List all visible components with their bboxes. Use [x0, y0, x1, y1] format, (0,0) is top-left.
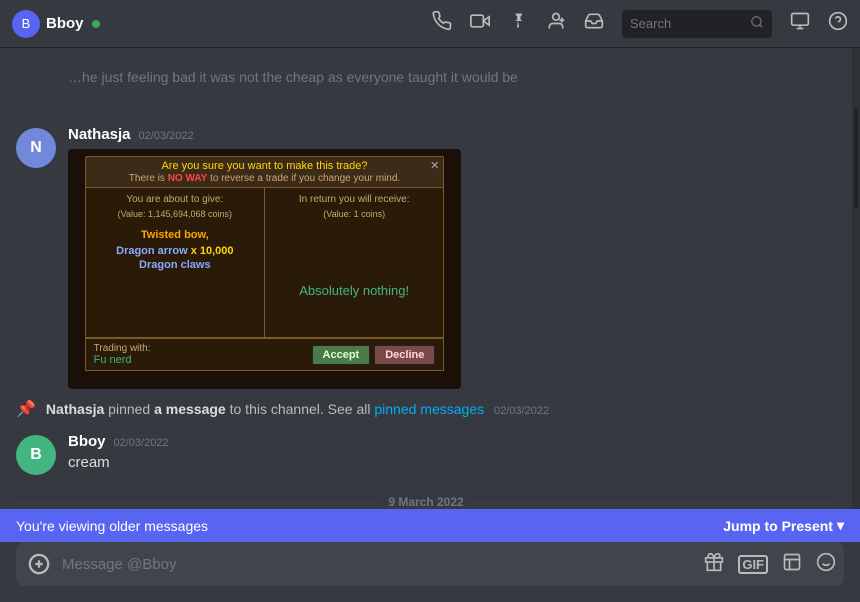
- item2-qty: x 10,000: [188, 245, 234, 257]
- item1-name: Twisted bow,: [92, 229, 258, 241]
- call-icon[interactable]: [432, 11, 452, 36]
- message-group-nathasja: N Nathasja 02/03/2022 Are you sure you w…: [0, 118, 852, 393]
- trade-right-items: Absolutely nothing!: [271, 219, 437, 331]
- header-left: B Bboy: [12, 10, 100, 38]
- item2-row: Dragon arrow x 10,000: [92, 241, 258, 259]
- username-bboy: Bboy: [68, 433, 106, 450]
- trade-right: In return you will receive: (Value: 1 co…: [265, 188, 443, 337]
- message-header: Nathasja 02/03/2022: [68, 126, 836, 143]
- game-screenshot: Are you sure you want to make this trade…: [68, 149, 461, 389]
- divider-line: [16, 502, 378, 503]
- trading-with: Trading with: Fu nerd: [94, 343, 151, 366]
- dialog-body: You are about to give: (Value: 1,145,694…: [85, 188, 445, 338]
- add-member-icon[interactable]: [546, 11, 566, 36]
- header: B Bboy: [0, 0, 860, 48]
- message-group-bboy: B Bboy 02/03/2022 cream: [0, 425, 852, 479]
- input-container: GIF: [16, 542, 844, 586]
- message-input[interactable]: [62, 556, 696, 573]
- dialog-subtitle: There is NO WAY to reverse a trade if yo…: [129, 173, 400, 184]
- timestamp-bboy: 02/03/2022: [114, 437, 169, 449]
- trade-left-label: You are about to give:: [92, 194, 258, 205]
- main: …he just feeling bad it was not the chea…: [0, 48, 860, 509]
- sticker-icon[interactable]: [782, 552, 802, 577]
- trade-right-value: (Value: 1 coins): [271, 209, 437, 219]
- help-icon[interactable]: [828, 11, 848, 36]
- pinned-messages-link[interactable]: pinned messages: [374, 401, 484, 417]
- trade-right-label: In return you will receive:: [271, 194, 437, 205]
- older-messages-text: You're viewing older messages: [16, 518, 208, 534]
- username: Nathasja: [68, 126, 131, 143]
- message-input-area: GIF: [0, 542, 860, 602]
- trading-with-name: Fu nerd: [94, 354, 151, 366]
- trading-with-label: Trading with:: [94, 343, 151, 354]
- system-action: pinned: [108, 401, 154, 417]
- video-icon[interactable]: [470, 11, 490, 36]
- search-bar[interactable]: [622, 10, 772, 38]
- avatar-bboy: B: [16, 435, 56, 475]
- threads-icon[interactable]: [790, 11, 810, 36]
- gif-icon[interactable]: GIF: [738, 555, 768, 574]
- channel-name: Bboy: [46, 15, 84, 32]
- gift-icon[interactable]: [704, 552, 724, 577]
- game-dialog: Are you sure you want to make this trade…: [69, 150, 460, 388]
- prev-message-text: …he just feeling bad it was not the chea…: [68, 68, 836, 88]
- online-indicator: [92, 20, 100, 28]
- add-attachment-button[interactable]: [24, 549, 54, 579]
- pin-icon[interactable]: [508, 11, 528, 36]
- divider-line-right: [474, 502, 836, 503]
- search-icon: [750, 15, 764, 32]
- chevron-down-icon: ▾: [837, 517, 844, 534]
- message-content-nathasja: Nathasja 02/03/2022 Are you sure you wan…: [68, 126, 836, 389]
- trade-left: You are about to give: (Value: 1,145,694…: [86, 188, 265, 337]
- system-action2: to this channel. See all: [230, 401, 375, 417]
- system-text: Nathasja pinned a message to this channe…: [46, 401, 549, 417]
- scroll-thumb: [854, 108, 858, 208]
- avatar: N: [16, 128, 56, 168]
- header-icons: [432, 10, 848, 38]
- no-way-text: NO WAY: [168, 173, 208, 184]
- nothing-text: Absolutely nothing!: [299, 283, 409, 298]
- accept-button[interactable]: Accept: [312, 345, 371, 365]
- jump-label: Jump to Present: [723, 518, 833, 534]
- system-timestamp: 02/03/2022: [494, 405, 549, 417]
- dialog-footer: Trading with: Fu nerd Accept Decline: [85, 338, 445, 371]
- close-icon: ✕: [430, 159, 439, 172]
- system-bold: a message: [154, 401, 226, 417]
- dialog-title-bar: Are you sure you want to make this trade…: [85, 156, 445, 188]
- pin-system-icon: 📌: [16, 399, 36, 419]
- item3-name: Dragon claws: [92, 259, 258, 271]
- timestamp: 02/03/2022: [139, 130, 194, 142]
- message-header-bboy: Bboy 02/03/2022: [68, 433, 836, 450]
- messages-area[interactable]: …he just feeling bad it was not the chea…: [0, 48, 852, 509]
- message-text-bboy: cream: [68, 452, 836, 473]
- scrollbar[interactable]: [852, 48, 860, 509]
- jump-to-present-button[interactable]: Jump to Present ▾: [723, 517, 844, 534]
- system-username: Nathasja: [46, 401, 104, 417]
- message-content-bboy: Bboy 02/03/2022 cream: [68, 433, 836, 473]
- decline-button[interactable]: Decline: [374, 345, 435, 365]
- inbox-icon[interactable]: [584, 11, 604, 36]
- search-input[interactable]: [630, 16, 744, 31]
- date-divider-text: 9 March 2022: [388, 495, 463, 509]
- message-content: …he just feeling bad it was not the chea…: [68, 68, 836, 110]
- trade-left-value: (Value: 1,145,694,068 coins): [92, 209, 258, 219]
- date-divider: 9 March 2022: [0, 479, 852, 509]
- item2-name: Dragon arrow: [116, 245, 188, 257]
- input-icons: GIF: [704, 552, 836, 577]
- dialog-title-text: Are you sure you want to make this trade…: [161, 160, 367, 172]
- message-group: …he just feeling bad it was not the chea…: [0, 64, 852, 118]
- older-messages-bar: You're viewing older messages Jump to Pr…: [0, 509, 860, 542]
- trade-buttons: Accept Decline: [312, 345, 436, 365]
- emoji-icon[interactable]: [816, 552, 836, 577]
- system-message-pinned: 📌 Nathasja pinned a message to this chan…: [0, 393, 852, 425]
- channel-icon: B: [12, 10, 40, 38]
